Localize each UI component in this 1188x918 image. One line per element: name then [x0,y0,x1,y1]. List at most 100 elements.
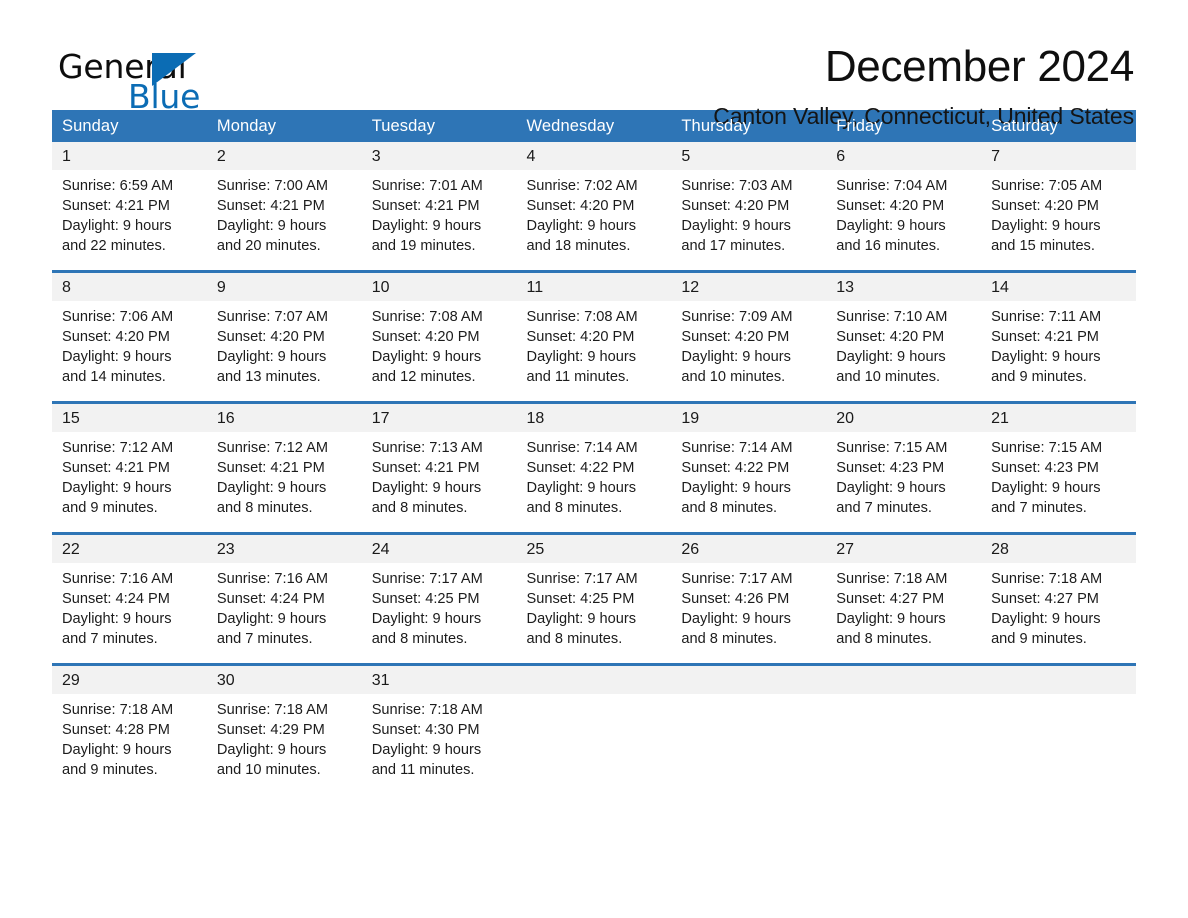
day-cell[interactable]: Sunrise: 7:17 AM Sunset: 4:26 PM Dayligh… [671,563,826,663]
day-number[interactable]: 16 [207,404,362,432]
day-number[interactable]: 6 [826,142,981,170]
day-cell[interactable]: Sunrise: 7:08 AM Sunset: 4:20 PM Dayligh… [517,301,672,401]
daylight-text-cont: and 19 minutes. [371,238,476,254]
day-number[interactable]: 30 [207,666,362,694]
day-number[interactable]: 26 [671,535,826,563]
daylight-text-cont: and 8 minutes. [526,631,623,647]
day-cell[interactable]: Sunrise: 7:00 AM Sunset: 4:21 PM Dayligh… [207,170,362,270]
daylight-text-cont: and 11 minutes. [371,762,475,778]
sunset-text: Sunset: 4:24 PM [62,591,170,607]
day-number[interactable]: 23 [207,535,362,563]
day-cell[interactable]: Sunrise: 7:18 AM Sunset: 4:30 PM Dayligh… [362,694,517,794]
daylight-text: Daylight: 9 hours [216,480,327,496]
sunrise-text: Sunrise: 7:17 AM [526,571,638,587]
day-info-row: Sunrise: 6:59 AM Sunset: 4:21 PM Dayligh… [52,170,1136,270]
day-cell[interactable]: Sunrise: 7:18 AM Sunset: 4:27 PM Dayligh… [981,563,1136,663]
day-number[interactable]: 13 [826,273,981,301]
day-number[interactable]: 22 [52,535,207,563]
sunset-text: Sunset: 4:30 PM [371,722,480,738]
daylight-text: Daylight: 9 hours [991,611,1101,627]
day-cell[interactable]: Sunrise: 7:10 AM Sunset: 4:20 PM Dayligh… [826,301,981,401]
sunrise-text: Sunrise: 7:06 AM [62,309,174,325]
sunset-text: Sunset: 4:21 PM [371,198,480,214]
daylight-text: Daylight: 9 hours [991,349,1101,365]
day-info-row: Sunrise: 7:06 AM Sunset: 4:20 PM Dayligh… [52,301,1136,401]
daylight-text: Daylight: 9 hours [216,742,327,758]
daylight-text-cont: and 20 minutes. [216,238,321,254]
day-cell[interactable]: Sunrise: 7:15 AM Sunset: 4:23 PM Dayligh… [826,432,981,532]
day-number[interactable]: 21 [981,404,1136,432]
day-cell[interactable]: Sunrise: 7:06 AM Sunset: 4:20 PM Dayligh… [52,301,207,401]
daylight-text: Daylight: 9 hours [371,218,482,234]
day-cell[interactable]: Sunrise: 7:17 AM Sunset: 4:25 PM Dayligh… [362,563,517,663]
daylight-text-cont: and 18 minutes. [526,238,631,254]
day-number[interactable]: 17 [362,404,517,432]
day-number[interactable]: 1 [52,142,207,170]
sunset-text: Sunset: 4:24 PM [216,591,325,607]
day-cell[interactable]: Sunrise: 7:08 AM Sunset: 4:20 PM Dayligh… [362,301,517,401]
daylight-text-cont: and 7 minutes. [216,631,313,647]
day-cell[interactable]: Sunrise: 7:12 AM Sunset: 4:21 PM Dayligh… [207,432,362,532]
day-number[interactable]: 11 [517,273,672,301]
sunset-text: Sunset: 4:29 PM [216,722,325,738]
day-number[interactable]: 19 [671,404,826,432]
day-number-empty [517,666,672,694]
day-number[interactable]: 25 [517,535,672,563]
day-cell[interactable]: Sunrise: 7:05 AM Sunset: 4:20 PM Dayligh… [981,170,1136,270]
sunrise-text: Sunrise: 7:16 AM [62,571,174,587]
day-cell[interactable]: Sunrise: 7:01 AM Sunset: 4:21 PM Dayligh… [362,170,517,270]
day-number[interactable]: 27 [826,535,981,563]
daylight-text-cont: and 10 minutes. [681,369,786,385]
day-number[interactable]: 3 [362,142,517,170]
page-title: December 2024 [824,42,1134,91]
day-cell[interactable]: Sunrise: 7:14 AM Sunset: 4:22 PM Dayligh… [671,432,826,532]
sunrise-text: Sunrise: 7:04 AM [836,178,948,194]
day-number[interactable]: 20 [826,404,981,432]
day-cell[interactable]: Sunrise: 7:15 AM Sunset: 4:23 PM Dayligh… [981,432,1136,532]
sunrise-text: Sunrise: 7:07 AM [216,309,328,325]
sunrise-text: Sunrise: 7:05 AM [991,178,1103,194]
day-cell[interactable]: Sunrise: 7:16 AM Sunset: 4:24 PM Dayligh… [207,563,362,663]
sunset-text: Sunset: 4:20 PM [526,329,635,345]
day-cell[interactable]: Sunrise: 7:09 AM Sunset: 4:20 PM Dayligh… [671,301,826,401]
day-number[interactable]: 5 [671,142,826,170]
day-cell[interactable]: Sunrise: 7:13 AM Sunset: 4:21 PM Dayligh… [362,432,517,532]
daylight-text: Daylight: 9 hours [62,349,172,365]
day-number[interactable]: 15 [52,404,207,432]
day-cell[interactable]: Sunrise: 7:11 AM Sunset: 4:21 PM Dayligh… [981,301,1136,401]
day-cell[interactable]: Sunrise: 7:04 AM Sunset: 4:20 PM Dayligh… [826,170,981,270]
day-cell[interactable]: Sunrise: 7:18 AM Sunset: 4:28 PM Dayligh… [52,694,207,794]
day-cell[interactable]: Sunrise: 7:16 AM Sunset: 4:24 PM Dayligh… [52,563,207,663]
day-number[interactable]: 24 [362,535,517,563]
sunset-text: Sunset: 4:22 PM [681,460,790,476]
day-cell[interactable]: Sunrise: 7:02 AM Sunset: 4:20 PM Dayligh… [517,170,672,270]
day-number[interactable]: 29 [52,666,207,694]
sunset-text: Sunset: 4:25 PM [526,591,635,607]
day-number[interactable]: 7 [981,142,1136,170]
day-number[interactable]: 4 [517,142,672,170]
day-number[interactable]: 9 [207,273,362,301]
general-blue-logo[interactable]: General Blue [52,44,252,116]
day-cell[interactable]: Sunrise: 7:18 AM Sunset: 4:29 PM Dayligh… [207,694,362,794]
day-cell[interactable]: Sunrise: 7:17 AM Sunset: 4:25 PM Dayligh… [517,563,672,663]
day-cell[interactable]: Sunrise: 7:18 AM Sunset: 4:27 PM Dayligh… [826,563,981,663]
day-cell[interactable]: Sunrise: 7:14 AM Sunset: 4:22 PM Dayligh… [517,432,672,532]
day-cell[interactable]: Sunrise: 7:07 AM Sunset: 4:20 PM Dayligh… [207,301,362,401]
daylight-text-cont: and 8 minutes. [681,500,778,516]
day-number[interactable]: 31 [362,666,517,694]
sunset-text: Sunset: 4:27 PM [836,591,945,607]
day-cell[interactable]: Sunrise: 7:12 AM Sunset: 4:21 PM Dayligh… [52,432,207,532]
day-cell[interactable]: Sunrise: 7:03 AM Sunset: 4:20 PM Dayligh… [671,170,826,270]
day-info-row: Sunrise: 7:12 AM Sunset: 4:21 PM Dayligh… [52,432,1136,532]
day-number[interactable]: 8 [52,273,207,301]
day-number[interactable]: 28 [981,535,1136,563]
day-number[interactable]: 2 [207,142,362,170]
day-cell[interactable]: Sunrise: 6:59 AM Sunset: 4:21 PM Dayligh… [52,170,207,270]
daylight-text: Daylight: 9 hours [836,218,946,234]
day-number[interactable]: 10 [362,273,517,301]
day-number[interactable]: 14 [981,273,1136,301]
day-number[interactable]: 12 [671,273,826,301]
day-cell-empty [981,694,1136,794]
day-number[interactable]: 18 [517,404,672,432]
daylight-text-cont: and 9 minutes. [991,369,1087,385]
